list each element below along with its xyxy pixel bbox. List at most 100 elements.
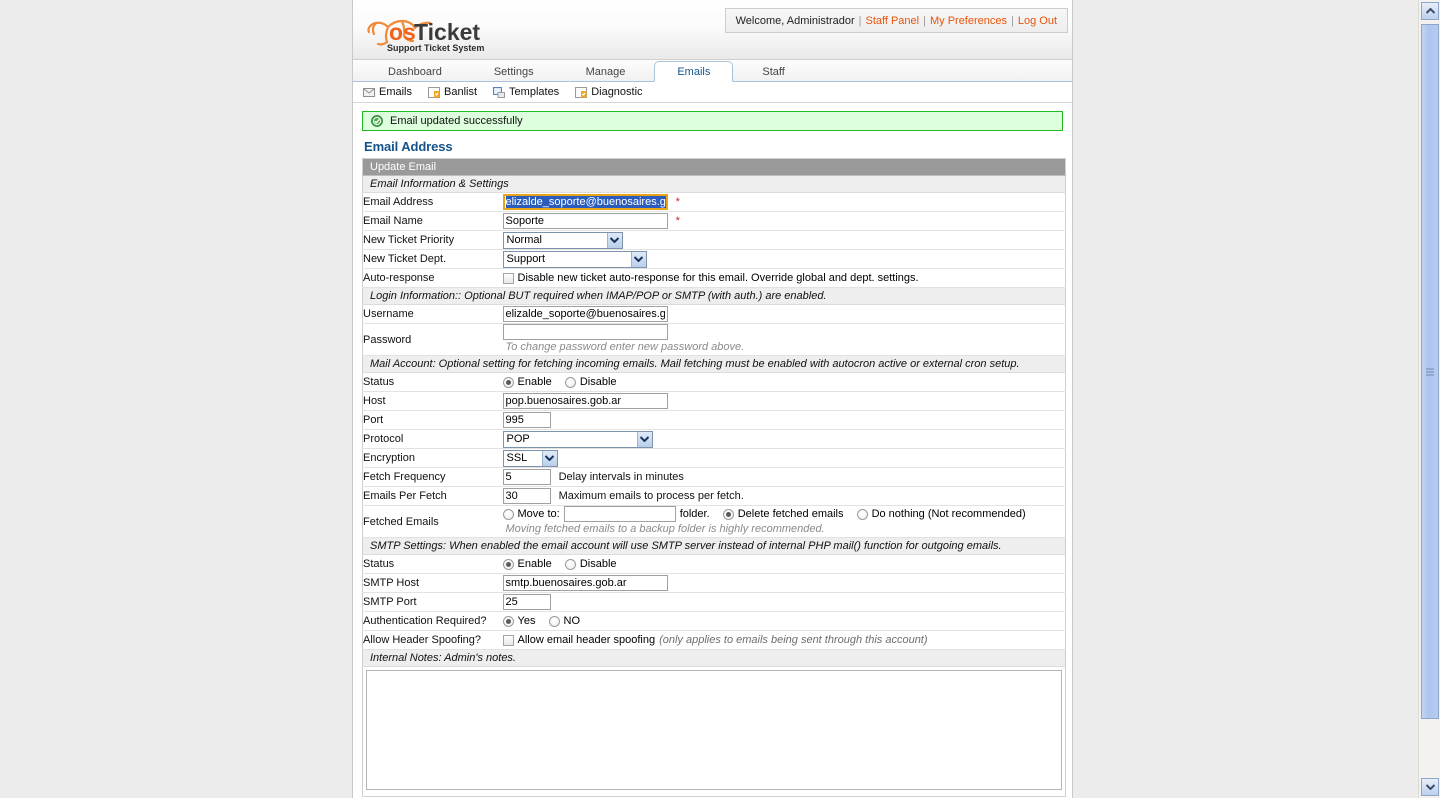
label-email-name: Email Name: [362, 211, 503, 231]
scroll-up-button[interactable]: [1421, 2, 1439, 20]
protocol-select[interactable]: POP: [502, 430, 653, 448]
log-out-link[interactable]: Log Out: [1018, 15, 1057, 27]
section-mail-account: Mail Account: Optional setting for fetch…: [362, 355, 1066, 373]
banlist-icon: [428, 86, 441, 98]
osticket-logo[interactable]: os Ticket Support Ticket System: [361, 2, 506, 54]
section-login-information: Login Information:: Optional BUT require…: [362, 287, 1066, 305]
mail-status-enable-radio[interactable]: [502, 376, 514, 388]
mail-status-enable-option[interactable]: Enable: [502, 376, 552, 388]
tab-settings[interactable]: Settings: [471, 61, 557, 81]
scroll-down-button[interactable]: [1421, 778, 1439, 796]
my-preferences-link[interactable]: My Preferences: [930, 15, 1007, 27]
success-alert: Email updated successfully: [362, 111, 1063, 131]
vertical-scrollbar[interactable]: [1418, 0, 1440, 798]
auth-yes-option[interactable]: Yes: [502, 615, 535, 627]
mail-status-disable-option[interactable]: Disable: [564, 376, 617, 389]
fetch-frequency-input[interactable]: [502, 469, 551, 485]
row-smtp-host: SMTP Host: [362, 573, 1066, 593]
label-emails-per-fetch: Emails Per Fetch: [362, 486, 503, 506]
header-spoofing-checkbox[interactable]: [502, 634, 514, 646]
port-input[interactable]: [502, 412, 551, 428]
field-priority-cell: Normal: [502, 230, 1066, 250]
username-input[interactable]: [502, 306, 668, 322]
auth-no-option[interactable]: NO: [548, 615, 581, 628]
new-ticket-priority-select[interactable]: Normal: [502, 231, 623, 249]
row-fetch-frequency: Fetch Frequency Delay intervals in minut…: [362, 467, 1066, 487]
password-input[interactable]: [502, 324, 668, 340]
field-port-cell: [502, 410, 1066, 430]
label-email-address: Email Address: [362, 192, 503, 212]
fetched-delete-radio[interactable]: [722, 508, 734, 520]
smtp-status-disable-option[interactable]: Disable: [564, 558, 617, 570]
subnav-item-banlist[interactable]: Banlist: [428, 86, 477, 98]
auth-yes-radio[interactable]: [502, 615, 514, 627]
mail-status-disable-label: Disable: [579, 376, 617, 389]
fetched-do-nothing-radio[interactable]: [856, 508, 868, 520]
encryption-select[interactable]: SSL: [502, 449, 558, 467]
smtp-port-input[interactable]: [502, 594, 551, 610]
email-address-input[interactable]: elizalde_soporte@buenosaires.gob: [502, 194, 668, 210]
header-spoofing-option[interactable]: Allow email header spoofing (only applie…: [502, 634, 928, 647]
auth-no-label: NO: [563, 615, 581, 628]
auto-response-label: Disable new ticket auto-response for thi…: [517, 272, 919, 285]
host-input[interactable]: [502, 393, 668, 409]
sub-nav-bar: Emails Banlist Templates Diagnostic: [353, 82, 1072, 103]
tab-manage[interactable]: Manage: [563, 61, 649, 81]
field-dept-cell: Support: [502, 249, 1066, 269]
site-header: os Ticket Support Ticket System Welcome,…: [353, 0, 1072, 60]
header-spoofing-hint: (only applies to emails being sent throu…: [659, 634, 928, 647]
auth-no-radio[interactable]: [548, 615, 560, 627]
subnav-item-emails[interactable]: Emails: [363, 86, 412, 98]
row-host: Host: [362, 391, 1066, 411]
tab-emails[interactable]: Emails: [654, 61, 734, 82]
row-email-name: Email Name *: [362, 211, 1066, 231]
field-auto-response-cell: Disable new ticket auto-response for thi…: [502, 268, 1066, 288]
section-smtp-settings: SMTP Settings: When enabled the email ac…: [362, 537, 1066, 555]
section-label-login: Login Information:: Optional BUT require…: [362, 287, 1066, 305]
subnav-item-templates[interactable]: Templates: [493, 86, 559, 98]
auto-response-checkbox[interactable]: [502, 272, 514, 284]
fetched-delete-option[interactable]: Delete fetched emails: [722, 508, 844, 520]
envelope-icon: [363, 87, 375, 98]
smtp-host-input[interactable]: [502, 575, 668, 591]
tab-staff[interactable]: Staff: [739, 61, 807, 81]
field-protocol-cell: POP: [502, 429, 1066, 449]
new-ticket-dept-select[interactable]: Support: [502, 250, 647, 268]
internal-notes-textarea[interactable]: [366, 670, 1062, 790]
auto-response-option[interactable]: Disable new ticket auto-response for thi…: [502, 272, 919, 285]
row-encryption: Encryption SSL: [362, 448, 1066, 468]
label-fetched-emails: Fetched Emails: [362, 505, 503, 538]
row-auto-response: Auto-response Disable new ticket auto-re…: [362, 268, 1066, 288]
smtp-status-enable-option[interactable]: Enable: [502, 558, 552, 570]
section-label-smtp: SMTP Settings: When enabled the email ac…: [362, 537, 1066, 555]
field-host-cell: [502, 391, 1066, 411]
label-encryption: Encryption: [362, 448, 503, 468]
smtp-status-disable-radio[interactable]: [564, 558, 576, 570]
label-username: Username: [362, 304, 503, 324]
emails-per-fetch-input[interactable]: [502, 488, 551, 504]
fetched-move-to-option[interactable]: Move to: folder.: [502, 506, 710, 522]
mail-status-disable-radio[interactable]: [564, 376, 576, 388]
move-to-folder-input[interactable]: [563, 506, 676, 522]
form-table-header-label: Update Email: [362, 158, 1066, 176]
vertical-scroll-thumb[interactable]: [1421, 24, 1439, 719]
email-name-input[interactable]: [502, 213, 668, 229]
tab-dashboard[interactable]: Dashboard: [365, 61, 465, 81]
row-smtp-port: SMTP Port: [362, 592, 1066, 612]
scroll-thumb-grip: [1426, 368, 1434, 375]
field-email-address-cell: elizalde_soporte@buenosaires.gob *: [502, 192, 1066, 212]
fetched-do-nothing-option[interactable]: Do nothing (Not recommended): [856, 508, 1026, 520]
smtp-status-enable-radio[interactable]: [502, 558, 514, 570]
row-auth-required: Authentication Required? Yes NO: [362, 611, 1066, 631]
field-smtp-status-cell: Enable Disable: [502, 554, 1066, 574]
success-check-icon: [371, 115, 383, 127]
diagnostic-icon: [575, 86, 588, 98]
chevron-down-icon: [606, 232, 622, 248]
subnav-item-diagnostic[interactable]: Diagnostic: [575, 86, 643, 98]
staff-panel-link[interactable]: Staff Panel: [865, 15, 919, 27]
subnav-label-diagnostic: Diagnostic: [591, 86, 643, 98]
fetched-move-to-radio[interactable]: [502, 508, 514, 520]
fetched-emails-hint: Moving fetched emails to a backup folder…: [505, 523, 825, 535]
user-bar: Welcome, Administrador | Staff Panel | M…: [724, 8, 1068, 33]
separator-3: |: [1011, 14, 1014, 27]
